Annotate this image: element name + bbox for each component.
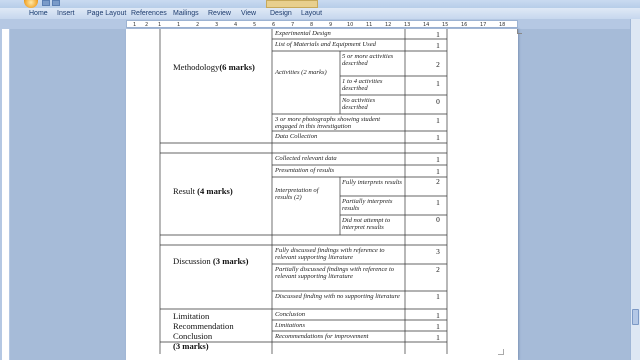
data-collection-score[interactable]: 1 — [428, 134, 448, 142]
discussion-partially-score[interactable]: 2 — [428, 266, 448, 274]
interpretation-option-2: Partially interprets results — [342, 198, 393, 213]
presentation-score[interactable]: 1 — [428, 168, 448, 176]
interpretation-score-3[interactable]: 0 — [428, 216, 448, 224]
methodology-heading: Methodology(6 marks) — [173, 62, 255, 72]
result-marks: (4 marks) — [197, 186, 233, 196]
materials-score[interactable]: 1 — [428, 42, 448, 50]
discussion-no-support-score[interactable]: 1 — [428, 293, 448, 301]
experimental-design-cell: Experimental Design — [275, 30, 331, 37]
methodology-label: Methodology — [173, 62, 220, 72]
collected-data-cell: Collected relevant data — [275, 155, 337, 162]
interpretation-option-3: Did not attempt to interpret results — [342, 217, 391, 232]
conclusion-score[interactable]: 1 — [428, 312, 448, 320]
discussion-fully-score[interactable]: 3 — [428, 248, 448, 256]
experimental-design-score[interactable]: 1 — [428, 31, 448, 39]
activities-label: Activities (2 marks) — [275, 69, 327, 76]
photographs-cell: 3 or more photographs showing student en… — [275, 116, 381, 131]
activities-score-3[interactable]: 0 — [428, 98, 448, 106]
discussion-marks: (3 marks) — [212, 256, 249, 266]
limitation-label: Limitation — [173, 311, 210, 321]
activities-option-1: 5 or more activities described — [342, 53, 394, 68]
limitation-heading: Limitation Recommendation Conclusion (3 … — [173, 311, 234, 351]
recommendations-cell: Recommendations for improvement — [275, 333, 369, 340]
result-heading: Result (4 marks) — [173, 186, 233, 196]
result-label: Result — [173, 186, 195, 196]
activities-option-2: 1 to 4 activities described — [342, 78, 383, 93]
table-grid — [159, 29, 448, 354]
limitation-marks: (3 marks) — [173, 341, 209, 351]
recommendations-score[interactable]: 1 — [428, 334, 448, 342]
activities-option-3: No activities described — [342, 97, 376, 112]
limitations-score[interactable]: 1 — [428, 323, 448, 331]
discussion-no-support-cell: Discussed finding with no supporting lit… — [275, 293, 400, 300]
limitations-cell: Limitations — [275, 322, 306, 329]
interpretation-score-1[interactable]: 2 — [428, 178, 448, 186]
interpretation-score-2[interactable]: 1 — [428, 199, 448, 207]
photographs-score[interactable]: 1 — [428, 117, 448, 125]
discussion-partially-cell: Partially discussed findings with refere… — [275, 266, 395, 281]
discussion-heading: Discussion (3 marks) — [173, 256, 248, 266]
collected-data-score[interactable]: 1 — [428, 156, 448, 164]
discussion-fully-cell: Fully discussed findings with reference … — [275, 247, 385, 262]
methodology-marks: (6 marks) — [219, 62, 255, 72]
interpretation-option-1: Fully interprets results — [342, 179, 402, 186]
discussion-label: Discussion — [173, 256, 211, 266]
activities-score-1[interactable]: 2 — [428, 61, 448, 69]
materials-cell: List of Materials and Equipment Used — [275, 41, 376, 48]
interpretation-label: Interpretation of results (2) — [275, 187, 319, 202]
data-collection-cell: Data Collection — [275, 133, 318, 140]
conclusion-cell: Conclusion — [275, 311, 306, 318]
activities-score-2[interactable]: 1 — [428, 80, 448, 88]
conclusion-label: Conclusion — [173, 331, 213, 341]
recommendation-label: Recommendation — [173, 321, 234, 331]
presentation-cell: Presentation of results — [275, 167, 335, 174]
